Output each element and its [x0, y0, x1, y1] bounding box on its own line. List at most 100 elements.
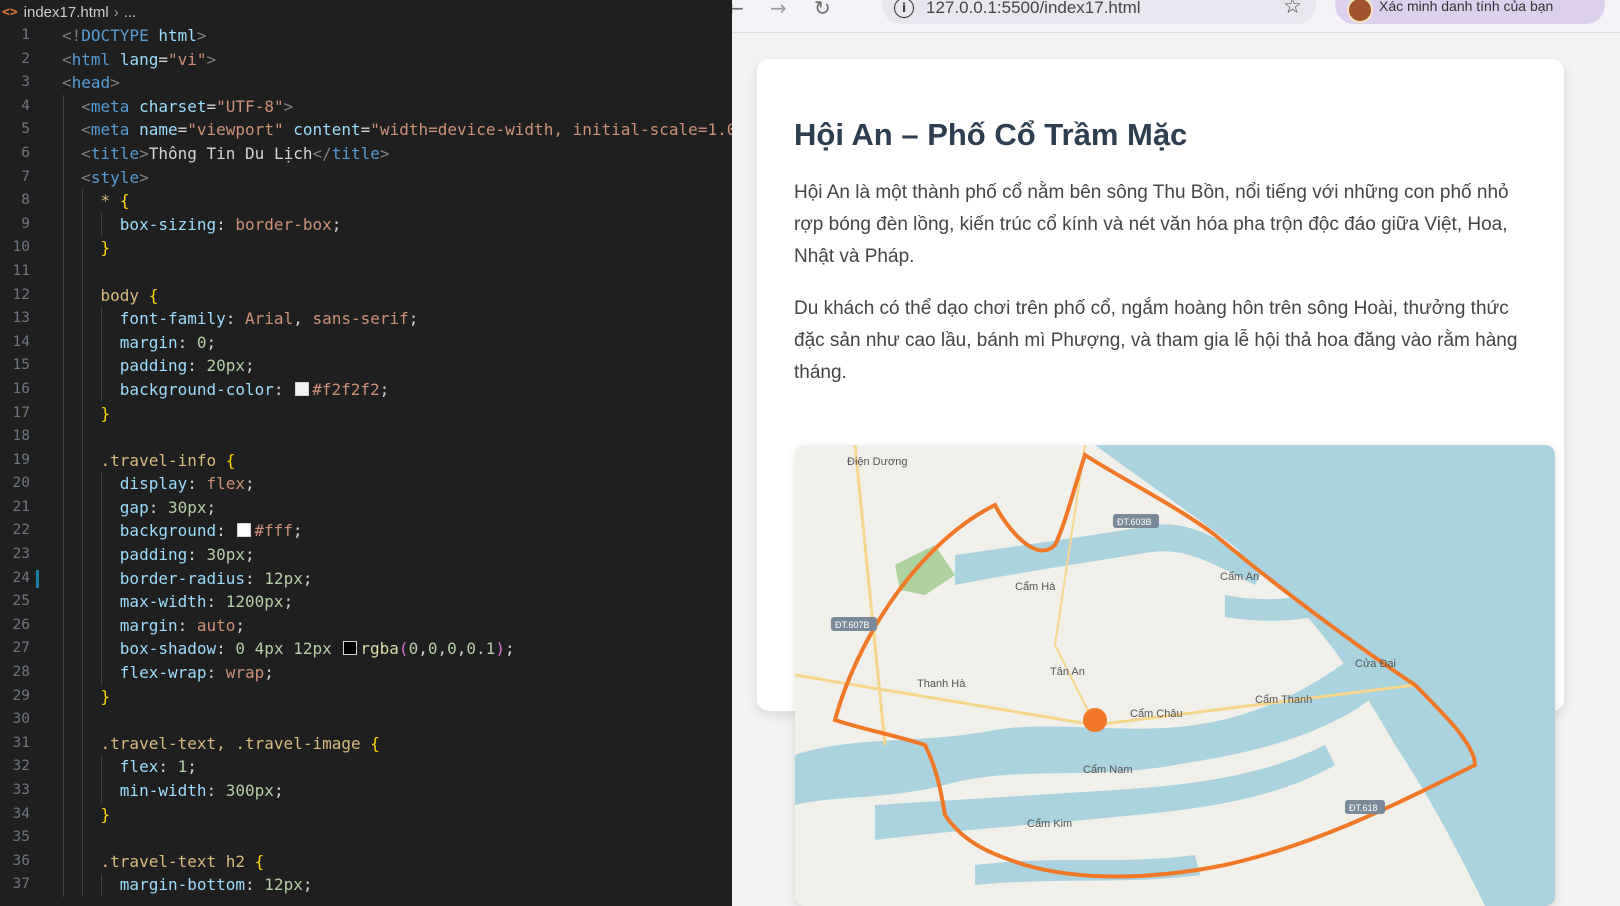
code-token: ;: [206, 332, 217, 352]
site-info-icon[interactable]: i: [894, 0, 914, 18]
code-text[interactable]: body {: [62, 284, 159, 308]
code-line[interactable]: 6 <title>Thông Tin Du Lịch</title>: [0, 142, 732, 166]
breadcrumb-ellipsis[interactable]: ...: [124, 4, 137, 21]
code-text[interactable]: }: [62, 685, 111, 709]
code-line[interactable]: 7 <style>: [0, 166, 732, 190]
code-text[interactable]: <meta name="viewport" content="width=dev…: [62, 118, 732, 142]
code-text[interactable]: box-sizing: border-box;: [62, 213, 342, 237]
code-text[interactable]: }: [62, 402, 111, 426]
code-text[interactable]: .travel-text, .travel-image {: [62, 732, 380, 756]
address-bar[interactable]: i 127.0.0.1:5500/index17.html ☆: [882, 0, 1316, 24]
code-text[interactable]: box-shadow: 0 4px 12px rgba(0,0,0,0.1);: [62, 637, 515, 661]
code-line[interactable]: 24 border-radius: 12px;: [0, 567, 732, 591]
color-swatch[interactable]: [343, 641, 358, 656]
code-text[interactable]: .travel-info {: [62, 449, 236, 473]
code-text[interactable]: margin-bottom: 12px;: [62, 873, 313, 897]
code-text[interactable]: gap: 30px;: [62, 496, 216, 520]
url-text[interactable]: 127.0.0.1:5500/index17.html: [926, 0, 1141, 18]
code-line[interactable]: 23 padding: 30px;: [0, 543, 732, 567]
code-token: }: [100, 804, 111, 824]
code-editor[interactable]: <> index17.html › ... 1 <!DOCTYPE html> 2 <…: [0, 0, 732, 906]
code-line[interactable]: 1 <!DOCTYPE html>: [0, 24, 732, 48]
code-text[interactable]: flex-wrap: wrap;: [62, 661, 274, 685]
code-line[interactable]: 21 gap: 30px;: [0, 496, 732, 520]
line-number: 36: [12, 852, 30, 869]
code-line[interactable]: 27 box-shadow: 0 4px 12px rgba(0,0,0,0.1…: [0, 637, 732, 661]
code-line[interactable]: 36 .travel-text h2 {: [0, 850, 732, 874]
code-line[interactable]: 9 box-sizing: border-box;: [0, 213, 732, 237]
code-line[interactable]: 35: [0, 826, 732, 850]
back-arrow-icon[interactable]: ←: [732, 0, 744, 20]
code-line[interactable]: 16 background-color: #f2f2f2;: [0, 378, 732, 402]
line-number: 5: [21, 121, 30, 138]
code-line[interactable]: 11: [0, 260, 732, 284]
code-text[interactable]: border-radius: 12px;: [62, 567, 313, 591]
code-text[interactable]: padding: 30px;: [62, 543, 255, 567]
profile-button[interactable]: Xác minh danh tính của bạn: [1335, 0, 1605, 24]
code-line[interactable]: 8 * {: [0, 189, 732, 213]
code-line[interactable]: 2 <html lang="vi">: [0, 48, 732, 72]
code-token: html: [71, 49, 111, 69]
code-token: content: [293, 120, 361, 140]
code-line[interactable]: 32 flex: 1;: [0, 755, 732, 779]
code-text[interactable]: background-color: #f2f2f2;: [62, 378, 389, 402]
code-line[interactable]: 28 flex-wrap: wrap;: [0, 661, 732, 685]
code-token: (: [398, 639, 409, 659]
code-text[interactable]: padding: 20px;: [62, 354, 255, 378]
code-line[interactable]: 17 }: [0, 402, 732, 426]
code-text[interactable]: font-family: Arial, sans-serif;: [62, 307, 419, 331]
code-line[interactable]: 33 min-width: 300px;: [0, 779, 732, 803]
code-line[interactable]: 37 margin-bottom: 12px;: [0, 873, 732, 897]
code-line[interactable]: 20 display: flex;: [0, 472, 732, 496]
code-text[interactable]: background: #fff;: [62, 519, 303, 543]
code-line[interactable]: 26 margin: auto;: [0, 614, 732, 638]
code-text[interactable]: margin: auto;: [62, 614, 245, 638]
color-swatch[interactable]: [295, 381, 310, 396]
code-text[interactable]: display: flex;: [62, 472, 255, 496]
code-token: <: [81, 167, 91, 187]
code-line[interactable]: 10 }: [0, 236, 732, 260]
code-text[interactable]: min-width: 300px;: [62, 779, 284, 803]
code-line[interactable]: 4 <meta charset="UTF-8">: [0, 95, 732, 119]
forward-arrow-icon[interactable]: →: [770, 0, 787, 20]
breadcrumb-filename[interactable]: index17.html: [24, 4, 109, 21]
code-token: >: [379, 143, 390, 163]
code-text[interactable]: <meta charset="UTF-8">: [62, 95, 293, 119]
code-token: ,: [293, 309, 313, 329]
code-line[interactable]: 13 font-family: Arial, sans-serif;: [0, 307, 732, 331]
code-text[interactable]: }: [62, 803, 111, 827]
code-line[interactable]: 30: [0, 708, 732, 732]
code-text[interactable]: <title>Thông Tin Du Lịch</title>: [62, 142, 390, 166]
code-line[interactable]: 25 max-width: 1200px;: [0, 590, 732, 614]
code-token: {: [370, 733, 380, 753]
code-line[interactable]: 3 <head>: [0, 71, 732, 95]
editor-breadcrumb[interactable]: <> index17.html › ...: [0, 0, 732, 24]
code-text[interactable]: <!DOCTYPE html>: [62, 24, 207, 48]
code-line[interactable]: 5 <meta name="viewport" content="width=d…: [0, 118, 732, 142]
code-line[interactable]: 29 }: [0, 685, 732, 709]
color-swatch[interactable]: [237, 523, 252, 538]
code-line[interactable]: 18: [0, 425, 732, 449]
code-line[interactable]: 34 }: [0, 803, 732, 827]
code-text[interactable]: margin: 0;: [62, 331, 216, 355]
code-text[interactable]: <style>: [62, 166, 148, 190]
code-text[interactable]: }: [62, 236, 111, 260]
code-text[interactable]: flex: 1;: [62, 755, 197, 779]
code-line[interactable]: 19 .travel-info {: [0, 449, 732, 473]
code-text[interactable]: max-width: 1200px;: [62, 590, 293, 614]
bookmark-star-icon[interactable]: ☆: [1283, 0, 1302, 18]
code-line[interactable]: 22 background: #fff;: [0, 519, 732, 543]
code-text[interactable]: .travel-text h2 {: [62, 850, 265, 874]
code-text[interactable]: <head>: [62, 71, 120, 95]
code-token: 4px: [254, 639, 284, 659]
code-token: margin: [119, 332, 178, 352]
code-line[interactable]: 14 margin: 0;: [0, 331, 732, 355]
code-line[interactable]: 12 body {: [0, 284, 732, 308]
code-line[interactable]: 31 .travel-text, .travel-image {: [0, 732, 732, 756]
code-text[interactable]: <html lang="vi">: [62, 48, 216, 72]
code-text[interactable]: * {: [62, 189, 130, 213]
reload-icon[interactable]: ↻: [814, 0, 831, 20]
code-area[interactable]: 1 <!DOCTYPE html> 2 <html lang="vi"> 3 <head>…: [0, 24, 732, 906]
code-line[interactable]: 15 padding: 20px;: [0, 354, 732, 378]
